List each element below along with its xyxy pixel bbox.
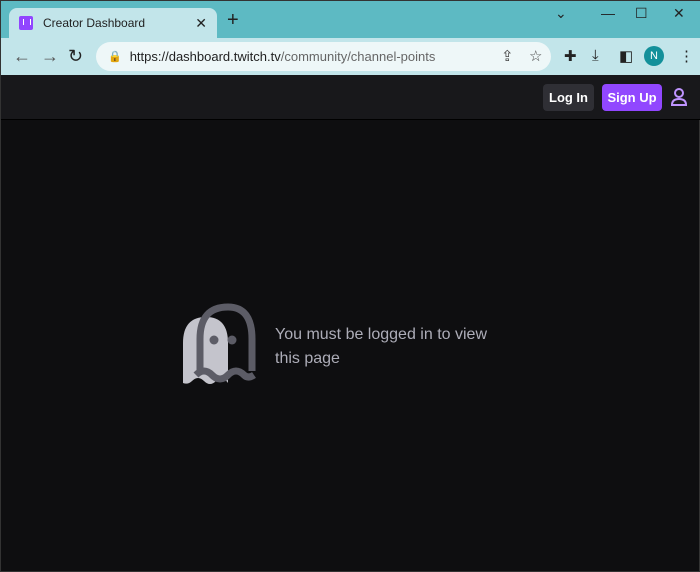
bookmark-star-icon[interactable]: ☆: [529, 47, 542, 65]
tab-strip: Creator Dashboard ✕ + ⌄ — ☐ ✕: [1, 1, 700, 38]
reload-icon[interactable]: ↻: [68, 46, 83, 67]
lock-icon: 🔒: [108, 51, 122, 63]
tab-title: Creator Dashboard: [43, 16, 146, 30]
site-header: Log In Sign Up: [1, 75, 700, 120]
twitch-icon: [19, 16, 33, 30]
close-tab-icon[interactable]: ✕: [195, 15, 207, 32]
new-tab-icon[interactable]: +: [227, 9, 239, 32]
tab-creator-dashboard[interactable]: Creator Dashboard ✕: [9, 8, 217, 38]
maximize-icon[interactable]: ☐: [635, 5, 648, 22]
download-icon[interactable]: ⤓: [592, 47, 599, 64]
minimize-icon[interactable]: —: [601, 5, 615, 21]
address-bar[interactable]: 🔒 https://dashboard.twitch.tv/community/…: [96, 42, 551, 71]
extensions-icon[interactable]: ✚: [564, 47, 577, 65]
url-host: https://dashboard.twitch.tv: [129, 49, 281, 64]
browser-toolbar: ← → ↻ 🔒 https://dashboard.twitch.tv/comm…: [1, 38, 700, 75]
url-path: /community/channel-points: [280, 49, 436, 64]
login-button[interactable]: Log In: [543, 84, 594, 111]
signup-button[interactable]: Sign Up: [602, 84, 662, 111]
ghost-icon: [183, 303, 256, 384]
back-icon[interactable]: ←: [13, 46, 31, 67]
menu-icon[interactable]: ⋮: [679, 47, 694, 65]
user-icon[interactable]: [671, 88, 687, 106]
tab-search-icon[interactable]: ⌄: [555, 5, 567, 22]
close-window-icon[interactable]: ✕: [673, 5, 685, 22]
forward-icon[interactable]: →: [41, 46, 59, 67]
login-required-message: You must be logged in to view this page: [275, 326, 487, 367]
profile-avatar[interactable]: N: [644, 46, 664, 66]
side-panel-icon[interactable]: ◧: [619, 47, 633, 65]
share-icon[interactable]: ⇪: [501, 47, 514, 65]
